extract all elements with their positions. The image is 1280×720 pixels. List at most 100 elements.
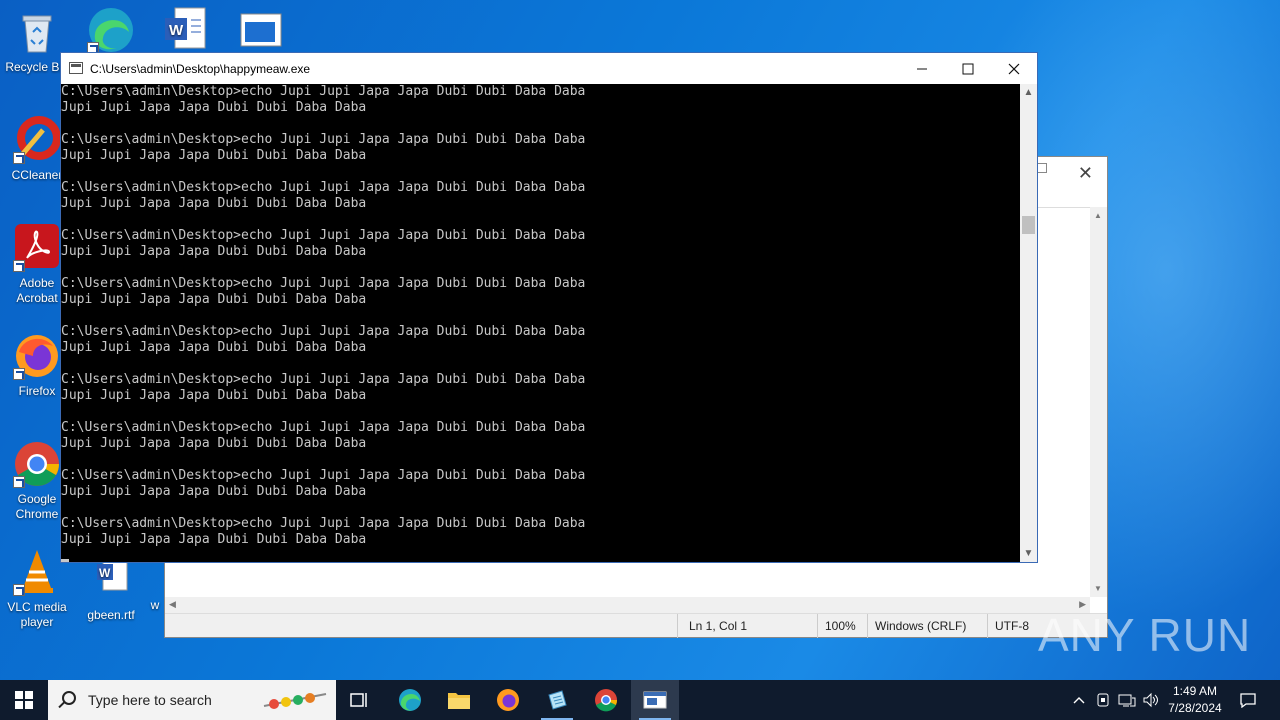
console-line: Jupi Jupi Japa Japa Dubi Dubi Daba Daba <box>61 244 367 259</box>
status-separator <box>677 614 678 638</box>
status-line-ending: Windows (CRLF) <box>875 619 967 633</box>
shortcut-arrow-icon <box>13 476 25 488</box>
shortcut-arrow-icon <box>13 260 25 272</box>
console-app-icon <box>643 691 667 709</box>
console-line: C:\Users\admin\Desktop>echo Jupi Jupi Ja… <box>61 516 586 531</box>
close-button[interactable] <box>991 53 1037 84</box>
taskbar-search-box[interactable]: Type here to search <box>48 680 336 720</box>
status-separator <box>867 614 868 638</box>
console-line: C:\Users\admin\Desktop>echo Jupi Jupi Ja… <box>61 276 586 291</box>
status-separator <box>817 614 818 638</box>
window-app-icon <box>237 8 285 56</box>
notepad-status-bar: Ln 1, Col 1 100% Windows (CRLF) UTF-8 <box>165 613 1107 638</box>
chrome-icon <box>13 440 61 488</box>
console-line: Jupi Jupi Japa Japa Dubi Dubi Daba Daba <box>61 100 367 115</box>
desktop-icon-label: gbeen.rtf <box>87 608 135 622</box>
notification-icon <box>1240 693 1256 708</box>
shortcut-arrow-icon <box>13 368 25 380</box>
shortcut-arrow-icon <box>13 584 25 596</box>
console-vertical-scrollbar[interactable]: ▲ ▼ <box>1020 84 1037 562</box>
search-highlight-decoration-icon <box>263 693 327 709</box>
windows-logo-icon <box>15 691 33 709</box>
taskbar-console[interactable] <box>631 680 679 720</box>
search-placeholder: Type here to search <box>88 692 212 708</box>
chevron-up-icon <box>1073 697 1085 704</box>
maximize-icon[interactable] <box>1037 163 1047 173</box>
console-line: Jupi Jupi Japa Japa Dubi Dubi Daba Daba <box>61 196 367 211</box>
edge-icon <box>87 6 135 54</box>
tray-overflow-button[interactable] <box>1070 680 1088 720</box>
console-title: C:\Users\admin\Desktop\happymeaw.exe <box>90 62 311 76</box>
notepad-icon <box>548 690 567 710</box>
volume-icon <box>1143 692 1158 708</box>
desktop-icon-word-doc[interactable]: W <box>148 6 222 58</box>
console-window[interactable]: C:\Users\admin\Desktop\happymeaw.exe C:\… <box>60 52 1038 563</box>
scroll-down-icon[interactable]: ▼ <box>1094 584 1102 593</box>
scroll-down-icon[interactable]: ▼ <box>1020 545 1037 562</box>
edge-icon <box>399 689 421 711</box>
word-document-icon: W <box>161 6 209 54</box>
shortcut-arrow-icon <box>13 152 25 164</box>
console-line: Jupi Jupi Japa Japa Dubi Dubi Daba Daba <box>61 532 367 547</box>
scrollbar-thumb[interactable] <box>1022 216 1035 234</box>
desktop-icon-edge[interactable] <box>74 6 148 58</box>
maximize-icon <box>962 63 974 74</box>
close-icon[interactable]: ✕ <box>1078 163 1093 184</box>
tray-network-button[interactable] <box>1116 680 1138 720</box>
notepad-vertical-scrollbar[interactable]: ▲ ▼ <box>1090 207 1107 597</box>
taskbar-file-explorer[interactable] <box>435 680 483 720</box>
anyrun-watermark: ANY RUN <box>1038 609 1252 661</box>
console-line: C:\Users\admin\Desktop>echo Jupi Jupi Ja… <box>61 132 586 147</box>
tray-volume-button[interactable] <box>1140 680 1162 720</box>
device-icon <box>1097 693 1109 707</box>
console-line: Jupi Jupi Japa Japa Dubi Dubi Daba Daba <box>61 388 367 403</box>
network-icon <box>1118 694 1136 707</box>
minimize-button[interactable] <box>899 53 945 84</box>
close-icon <box>1008 63 1020 74</box>
task-view-button[interactable] <box>336 680 384 720</box>
console-line: Jupi Jupi Japa Japa Dubi Dubi Daba Daba <box>61 340 367 355</box>
console-titlebar[interactable]: C:\Users\admin\Desktop\happymeaw.exe <box>61 53 1037 84</box>
desktop-icon-gbeen-rtf[interactable]: W gbeen.rtf <box>74 556 148 623</box>
console-line: C:\Users\admin\Desktop>echo Jupi Jupi Ja… <box>61 324 586 339</box>
console-output[interactable]: C:\Users\admin\Desktop>echo Jupi Jupi Ja… <box>61 84 1020 562</box>
maximize-button[interactable] <box>945 53 991 84</box>
console-line: Jupi Jupi Japa Japa Dubi Dubi Daba Daba <box>61 148 367 163</box>
taskbar-edge[interactable] <box>386 680 434 720</box>
notepad-horizontal-scrollbar[interactable]: ◀ ▶ <box>165 597 1090 613</box>
taskbar-notepad[interactable] <box>533 680 581 720</box>
scroll-up-icon[interactable]: ▲ <box>1020 84 1037 101</box>
status-separator <box>987 614 988 638</box>
scroll-left-icon[interactable]: ◀ <box>169 599 176 610</box>
status-zoom: 100% <box>825 619 856 633</box>
action-center-button[interactable] <box>1234 680 1262 720</box>
status-encoding: UTF-8 <box>995 619 1029 633</box>
ccleaner-icon <box>13 116 61 164</box>
taskbar-chrome[interactable] <box>582 680 630 720</box>
console-line: Jupi Jupi Japa Japa Dubi Dubi Daba Daba <box>61 436 367 451</box>
rtf-document-icon: W <box>87 556 135 604</box>
clock-time: 1:49 AM <box>1172 684 1218 698</box>
adobe-acrobat-icon <box>13 224 61 272</box>
text-cursor <box>61 559 69 562</box>
firefox-icon <box>497 689 519 711</box>
start-button[interactable] <box>0 680 48 720</box>
svg-text:W: W <box>169 22 184 39</box>
taskbar: Type here to search 1:49 AM 7/28/2024 <box>0 680 1280 720</box>
scroll-up-icon[interactable]: ▲ <box>1094 211 1102 220</box>
task-view-icon <box>350 693 367 707</box>
console-app-icon <box>69 62 83 74</box>
tray-device-button[interactable] <box>1094 680 1112 720</box>
taskbar-clock[interactable]: 1:49 AM 7/28/2024 <box>1160 683 1230 717</box>
console-line: Jupi Jupi Japa Japa Dubi Dubi Daba Daba <box>61 484 367 499</box>
taskbar-firefox[interactable] <box>484 680 532 720</box>
folder-icon <box>448 693 470 709</box>
console-line: C:\Users\admin\Desktop>echo Jupi Jupi Ja… <box>61 420 586 435</box>
